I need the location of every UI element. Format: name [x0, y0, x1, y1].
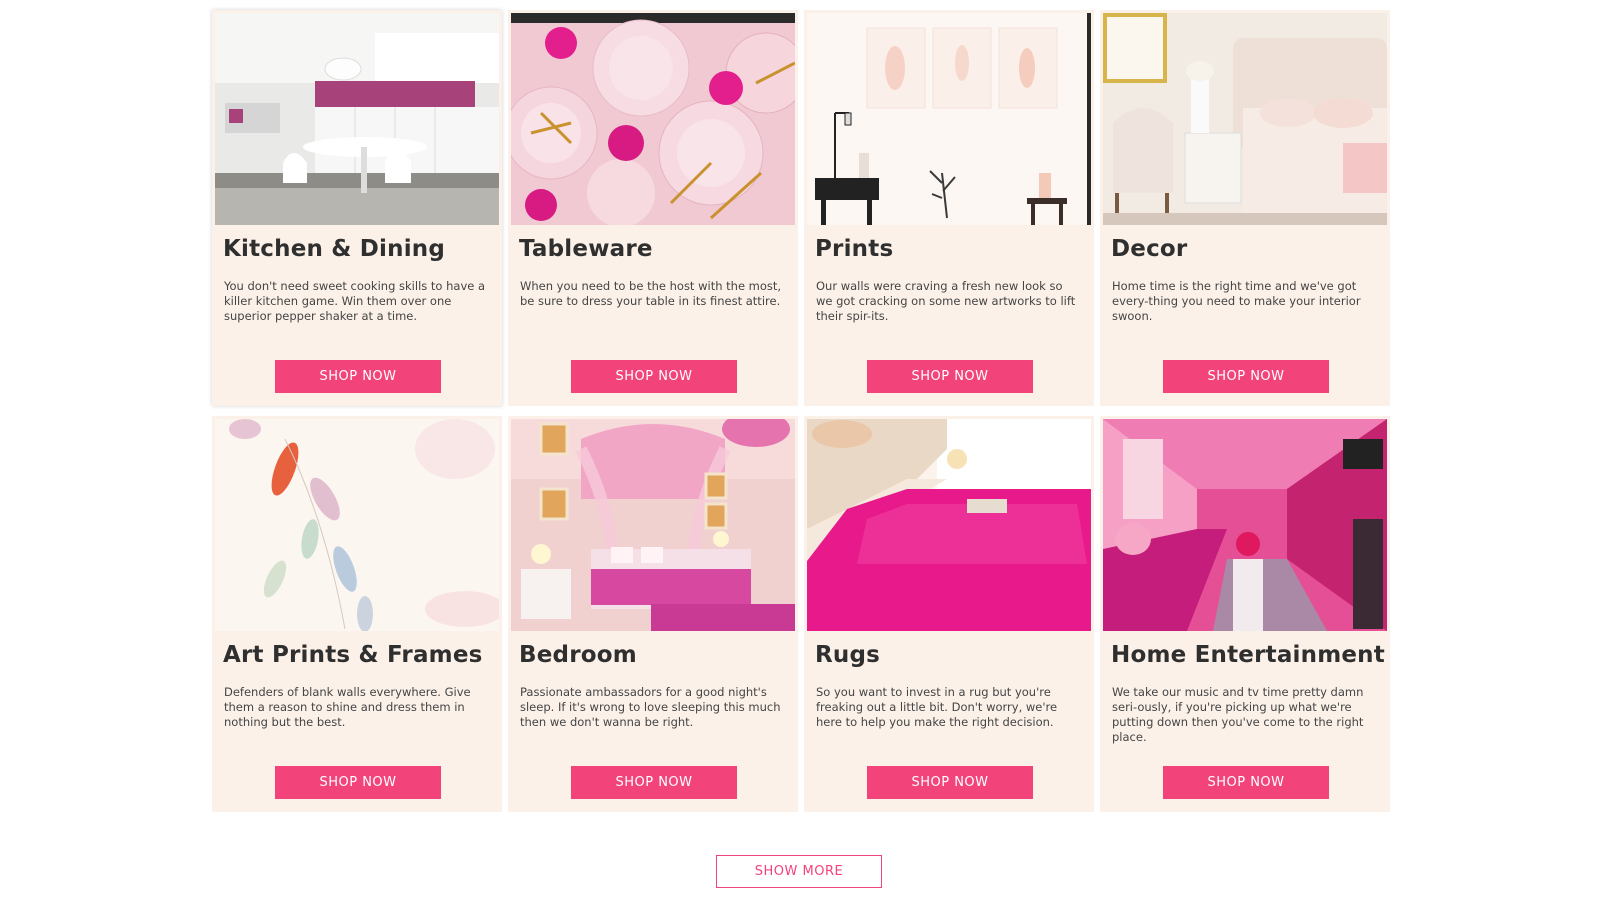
category-card-kitchen-dining[interactable]: Kitchen & Dining You don't need sweet co… — [212, 10, 502, 406]
category-card-prints[interactable]: Prints Our walls were craving a fresh ne… — [804, 10, 1094, 406]
category-card-tableware[interactable]: Tableware When you need to be the host w… — [508, 10, 798, 406]
category-description: You don't need sweet cooking skills to h… — [224, 279, 486, 323]
category-description: Home time is the right time and we've go… — [1112, 279, 1361, 323]
category-card-rugs[interactable]: Rugs So you want to invest in a rug but … — [804, 416, 1094, 812]
tableware-image[interactable] — [511, 13, 795, 225]
shop-now-button[interactable]: SHOP NOW — [1163, 766, 1329, 799]
rugs-image[interactable] — [807, 419, 1091, 631]
category-description: We take our music and tv time pretty dam… — [1112, 685, 1364, 744]
category-card-decor[interactable]: Decor Home time is the right time and we… — [1100, 10, 1390, 406]
category-title: Bedroom — [519, 642, 637, 668]
kitchen-dining-image[interactable] — [215, 13, 499, 225]
decor-image[interactable] — [1103, 13, 1387, 225]
category-description: Our walls were craving a fresh new look … — [816, 279, 1076, 323]
category-description: When you need to be the host with the mo… — [520, 279, 782, 308]
shop-now-button[interactable]: SHOP NOW — [571, 360, 737, 393]
category-card-home-entertainment[interactable]: Home Entertainment We take our music and… — [1100, 416, 1390, 812]
category-description: So you want to invest in a rug but you'r… — [816, 685, 1058, 729]
category-title: Home Entertainment — [1111, 642, 1385, 668]
shop-now-button[interactable]: SHOP NOW — [867, 766, 1033, 799]
category-title: Prints — [815, 236, 894, 262]
shop-now-button[interactable]: SHOP NOW — [275, 360, 441, 393]
shop-now-button[interactable]: SHOP NOW — [275, 766, 441, 799]
category-title: Art Prints & Frames — [223, 642, 483, 668]
prints-image[interactable] — [807, 13, 1091, 225]
bedroom-image[interactable] — [511, 419, 795, 631]
category-card-bedroom[interactable]: Bedroom Passionate ambassadors for a goo… — [508, 416, 798, 812]
shop-now-button[interactable]: SHOP NOW — [571, 766, 737, 799]
category-card-art-prints-frames[interactable]: Art Prints & Frames Defenders of blank w… — [212, 416, 502, 812]
shop-now-button[interactable]: SHOP NOW — [1163, 360, 1329, 393]
category-title: Kitchen & Dining — [223, 236, 446, 262]
show-more-button[interactable]: SHOW MORE — [716, 855, 882, 888]
category-title: Tableware — [519, 236, 653, 262]
art-prints-frames-image[interactable] — [215, 419, 499, 631]
category-title: Decor — [1111, 236, 1188, 262]
category-grid: Kitchen & Dining You don't need sweet co… — [212, 10, 1390, 812]
category-title: Rugs — [815, 642, 881, 668]
category-description: Defenders of blank walls everywhere. Giv… — [224, 685, 471, 729]
category-description: Passionate ambassadors for a good night'… — [520, 685, 781, 729]
home-entertainment-image[interactable] — [1103, 419, 1387, 631]
shop-now-button[interactable]: SHOP NOW — [867, 360, 1033, 393]
